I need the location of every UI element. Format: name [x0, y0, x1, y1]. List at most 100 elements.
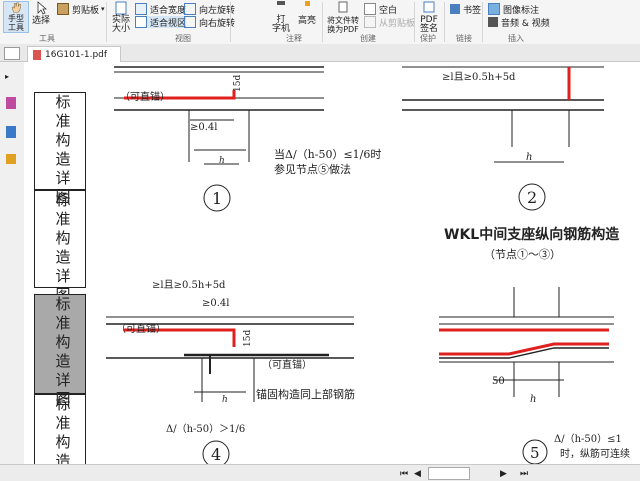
comments-icon[interactable]	[6, 154, 16, 164]
pdf-file-icon	[33, 49, 41, 60]
fit-width-label: 适合宽度	[150, 5, 187, 16]
page-icon	[115, 1, 127, 15]
d4-number: 4	[211, 445, 221, 464]
document-tab[interactable]: 16G101-1.pdf	[27, 46, 121, 62]
select-button[interactable]: 选择	[30, 1, 52, 26]
next-page-icon[interactable]: ▶	[500, 469, 508, 479]
d1-number: 1	[212, 189, 222, 208]
typewriter-button[interactable]: 打 字机	[270, 1, 292, 34]
status-bar: ⏮ ◀ ▶ ⏭	[0, 464, 640, 481]
rotate-right-icon	[184, 16, 196, 28]
fit-page-label: 适合视区	[150, 18, 187, 29]
document-tab-label: 16G101-1.pdf	[45, 49, 108, 60]
from-clipboard-button[interactable]: 从剪贴板	[364, 16, 416, 29]
image-annotation-button[interactable]: 图像标注	[488, 3, 540, 16]
convert-to-pdf-button[interactable]: 将文件转 换为PDF	[326, 1, 360, 34]
pdf-sign-button[interactable]: PDF 签名	[418, 1, 440, 34]
divider	[106, 2, 107, 42]
fit-width-button[interactable]: 适合宽度	[135, 3, 187, 16]
tools-group-label: 工具	[39, 34, 55, 43]
image-icon	[488, 3, 500, 15]
d4-anchor-bottom: （可直锚）	[262, 358, 312, 371]
clipboard-icon	[57, 3, 69, 15]
image-annotation-label: 图像标注	[503, 5, 540, 16]
link-group-label: 链接	[456, 34, 472, 43]
file-convert-icon	[338, 1, 348, 13]
view-group-label: 视图	[175, 34, 191, 43]
actual-size-button[interactable]: 实际 大小	[110, 1, 132, 34]
detail-drawing: （可直锚） 15d ≥0.4l h 当Δ/（h-50）≤1/6时 参见节点⑤做法…	[106, 66, 630, 464]
clipboard-button[interactable]: 剪贴板 ▾	[57, 3, 105, 16]
prev-page-icon[interactable]: ◀	[414, 469, 422, 479]
hand-icon	[11, 2, 22, 13]
bookmark-label: 书签	[463, 5, 482, 16]
detail-5	[439, 287, 614, 397]
d5-hc-label: h	[530, 394, 536, 405]
insert-group-label: 插入	[508, 34, 524, 43]
page-thumbnail-icon[interactable]	[6, 97, 16, 109]
rotate-left-button[interactable]: 向左旋转	[184, 3, 235, 16]
divider	[414, 2, 415, 42]
divider	[482, 2, 483, 42]
pdf-sign-label: PDF 签名	[419, 15, 438, 34]
audio-video-button[interactable]: 音频 & 视频	[488, 16, 550, 29]
cursor-icon	[37, 1, 48, 15]
highlight-icon	[305, 1, 310, 6]
fit-width-icon	[135, 3, 147, 15]
drawing-subtitle: （节点①～③）	[484, 248, 561, 261]
left-navigation-panel: ▸	[0, 62, 25, 472]
media-icon	[488, 17, 498, 27]
d1-note-line1: 当Δ/（h-50）≤1/6时	[274, 147, 381, 161]
audio-video-label: 音频 & 视频	[501, 18, 550, 29]
divider	[444, 2, 445, 42]
comment-group-label: 注释	[286, 34, 302, 43]
hand-tool-button[interactable]: 手型 工具	[3, 1, 29, 33]
page-number-input[interactable]	[428, 467, 470, 480]
d1-anchor-text: （可直锚）	[120, 90, 170, 103]
d5-note: 时，纵筋可连续	[560, 447, 630, 460]
d4-note: 锚固构造同上部钢筋	[256, 387, 355, 401]
paste-icon	[364, 16, 376, 28]
from-clipboard-label: 从剪贴板	[379, 18, 416, 29]
d1-hc-label: h	[219, 156, 225, 166]
fit-page-icon	[135, 16, 147, 28]
d4-hc-label: h	[222, 395, 228, 405]
collapse-arrow-icon[interactable]: ▸	[5, 72, 15, 81]
fit-page-button[interactable]: 适合视区	[135, 16, 187, 29]
highlight-button[interactable]: 高亮	[296, 1, 318, 26]
create-group-label: 创建	[360, 34, 376, 43]
d4-length-top: ≥l且≥0.5h+5d	[152, 279, 226, 291]
d1-note-line2: 参见节点⑤做法	[274, 162, 351, 176]
d2-number: 2	[527, 188, 537, 207]
ribbon-toolbar: 手型 工具 选择 剪贴板 ▾ 工具 实际 大小 适合宽度 适合视区 向左旋转 向…	[0, 0, 640, 45]
typewriter-icon	[277, 1, 285, 5]
blank-button[interactable]: 空白	[364, 3, 397, 16]
layers-icon[interactable]	[6, 126, 16, 138]
rotate-left-icon	[184, 3, 196, 15]
d5-formula: Δ/（h-50）≤1	[554, 433, 622, 445]
d1-length-text: ≥0.4l	[190, 122, 217, 133]
first-page-icon[interactable]: ⏮	[400, 469, 408, 479]
d5-50-text: 50	[492, 376, 505, 387]
d2-hc-label: h	[526, 152, 532, 163]
convert-to-pdf-label: 将文件转 换为PDF	[327, 16, 359, 34]
select-label: 选择	[31, 16, 50, 26]
d1-15d-text: 15d	[233, 75, 243, 92]
highlight-label: 高亮	[297, 16, 316, 26]
d4-15d-text: 15d	[243, 330, 253, 347]
d4-anchor-top: （可直锚）	[116, 322, 166, 335]
tab-menu-icon[interactable]	[4, 47, 20, 60]
document-page: 标准构造详图 标准构造详图 标准构造详图 标准构造 （可直锚） 15d ≥0.4…	[24, 62, 640, 464]
d4-formula: Δ/（h-50）＞1/6	[166, 423, 245, 435]
clipboard-label: 剪贴板	[72, 5, 100, 16]
hand-tool-label: 手型 工具	[8, 14, 24, 32]
typewriter-label: 打 字机	[271, 15, 290, 34]
last-page-icon[interactable]: ⏭	[520, 469, 528, 479]
drawing-title: WKL中间支座纵向钢筋构造	[444, 226, 619, 243]
blank-page-icon	[364, 3, 376, 15]
document-tab-bar: 16G101-1.pdf	[0, 44, 640, 62]
rotate-right-button[interactable]: 向右旋转	[184, 16, 235, 29]
bookmark-button[interactable]: 书签	[450, 3, 482, 16]
signature-icon	[423, 1, 435, 13]
divider	[230, 2, 231, 42]
